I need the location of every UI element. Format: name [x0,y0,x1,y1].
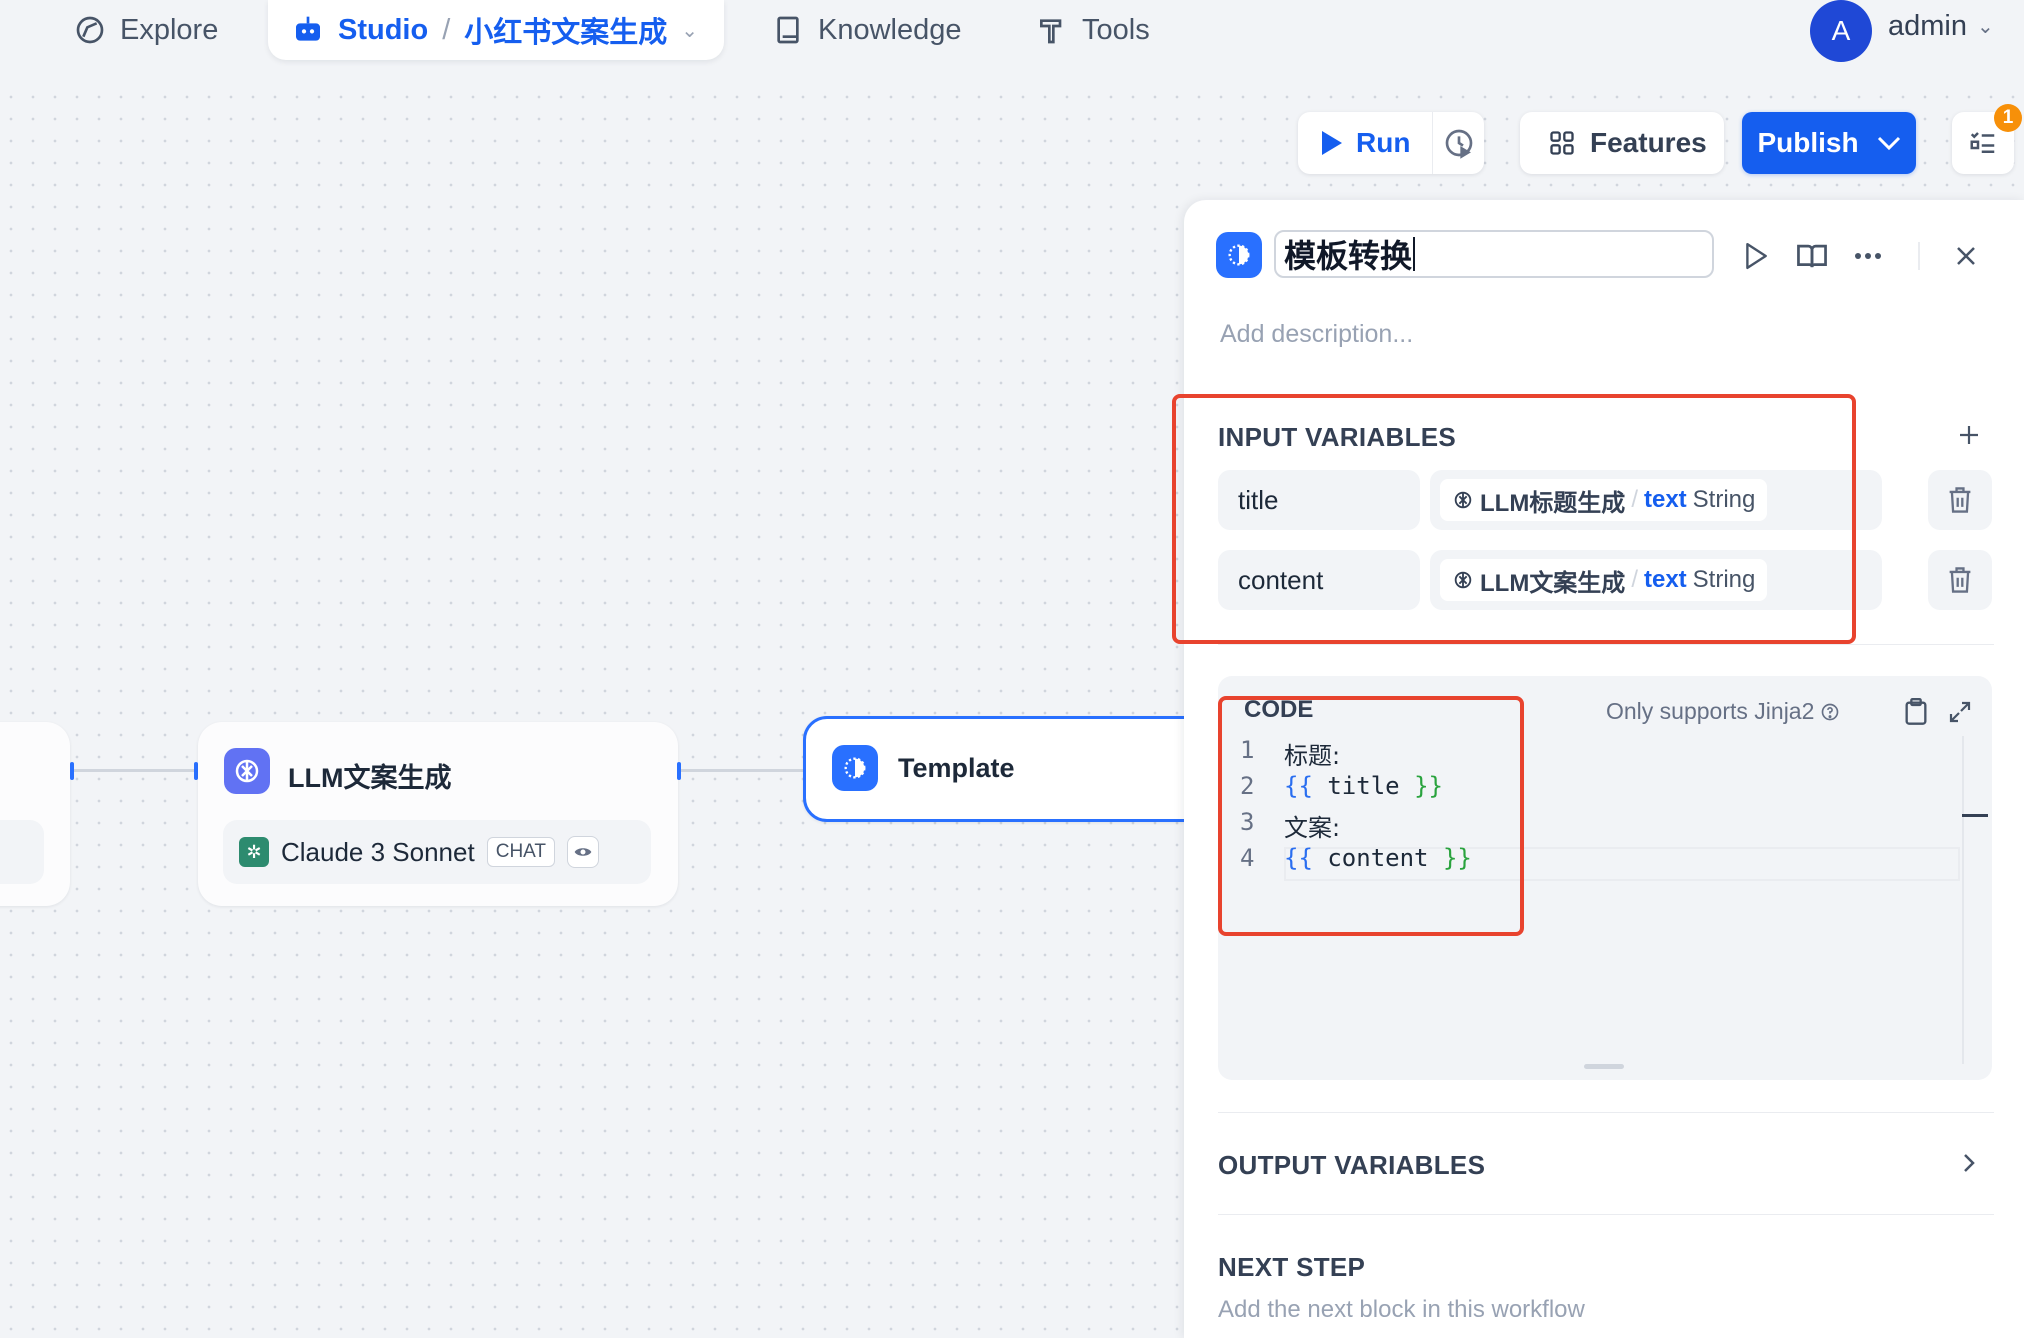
more-options-button[interactable] [1848,236,1888,276]
editor-resize-handle[interactable] [1584,1064,1624,1069]
jinja-note: Only supports Jinja2 [1606,698,1840,725]
node-model-row: ✲ Claude 3 Sonnet CHAT [223,820,651,884]
node-title: Template [898,753,1015,783]
run-button[interactable]: Run [1298,112,1432,174]
node-model-row [0,820,44,884]
breadcrumb-separator: / [442,13,451,46]
trash-icon [1949,567,1971,593]
delete-variable-button[interactable] [1928,470,1992,530]
app-name[interactable]: 小红书文案生成 [464,9,667,51]
book-open-icon [1797,244,1827,268]
compass-icon [76,16,104,44]
play-outline-icon [1746,242,1767,270]
plus-icon [1960,426,1978,444]
top-navigation: Explore Studio / 小红书文案生成 ⌄ Knowledge Too… [0,0,2024,86]
robot-icon [296,16,320,41]
highlight-annotation [1172,394,1856,644]
divider [1918,242,1920,270]
node-title: LLM文案生成 [288,763,452,793]
nav-tools[interactable]: Tools [1036,0,1150,60]
eye-icon [567,836,600,868]
mode-tag: CHAT [486,837,556,867]
nav-explore-label: Explore [120,13,219,46]
grid-icon [1550,131,1574,155]
nav-tools-label: Tools [1082,13,1150,46]
user-menu[interactable]: admin ⌄ [1888,10,1994,43]
publish-button[interactable]: Publish [1742,112,1916,174]
checklist-icon [1970,132,1995,153]
output-variables-label[interactable]: OUTPUT VARIABLES [1218,1150,1485,1181]
chevron-right-icon [1964,1154,1975,1172]
nav-knowledge-label: Knowledge [818,13,962,46]
divider [1218,644,1994,645]
divider [1218,1214,1994,1215]
clipboard-icon [1905,698,1927,725]
run-history-button[interactable] [1433,112,1484,174]
history-icon [1445,129,1472,159]
workflow-edge [681,769,803,772]
features-button[interactable]: Features [1520,112,1724,174]
help-circle-icon[interactable] [1820,702,1840,722]
avatar[interactable]: A [1810,0,1872,62]
delete-variable-button[interactable] [1928,550,1992,610]
workflow-node-previous[interactable] [0,722,70,906]
divider [1218,1112,1994,1113]
next-step-label: NEXT STEP [1218,1252,1366,1282]
expand-output-button[interactable] [1954,1148,1984,1178]
highlight-annotation [1218,696,1524,936]
description-input[interactable]: Add description... [1220,320,1413,349]
run-toolbar: Run [1298,112,1484,174]
node-title-input[interactable]: 模板转换 [1274,230,1714,278]
chevron-down-icon: ⌄ [1977,16,1994,38]
add-variable-button[interactable] [1954,420,1984,450]
workflow-edge [74,769,194,772]
model-name: Claude 3 Sonnet [281,836,475,867]
expand-editor-button[interactable] [1944,696,1976,728]
username: admin [1888,10,1967,42]
checklist-badge: 1 [1994,104,2022,132]
llm-node-icon [224,748,270,794]
node-config-panel: 模板转换 Add description... INPUT VARIABLES … [1172,200,2024,1338]
nav-studio[interactable]: Studio / 小红书文案生成 ⌄ [268,0,724,60]
trash-icon [1949,487,1971,513]
chevron-down-icon[interactable]: ⌄ [681,18,698,43]
hammer-icon [1040,19,1062,44]
next-step-description: Add the next block in this workflow [1218,1296,1585,1323]
node-title-text: 模板转换 [1284,237,1413,275]
chevron-down-icon [1877,136,1900,151]
more-horizontal-icon [1855,253,1881,259]
help-docs-button[interactable] [1792,236,1832,276]
publish-label: Publish [1757,127,1859,158]
book-icon [777,16,799,44]
features-label: Features [1590,127,1707,158]
run-step-button[interactable] [1736,236,1776,276]
scroll-position-marker [1962,814,1988,817]
play-icon [1322,131,1342,155]
run-label: Run [1356,127,1411,158]
jinja-note-text: Only supports Jinja2 [1606,698,1815,724]
text-cursor [1413,237,1416,271]
copy-code-button[interactable] [1900,696,1932,728]
expand-icon [1949,701,1971,723]
workflow-node-template[interactable]: Template [803,716,1223,822]
template-node-icon [1216,232,1262,278]
nav-studio-label: Studio [338,13,429,46]
workflow-node-llm[interactable]: LLM文案生成 ✲ Claude 3 Sonnet CHAT [198,722,678,906]
editor-scrollbar[interactable] [1962,736,1964,1064]
nav-explore[interactable]: Explore [74,0,218,60]
close-icon [1957,247,1975,265]
nav-knowledge[interactable]: Knowledge [772,0,962,60]
template-node-icon [832,745,878,791]
claude-icon: ✲ [239,837,269,867]
close-panel-button[interactable] [1946,236,1986,276]
